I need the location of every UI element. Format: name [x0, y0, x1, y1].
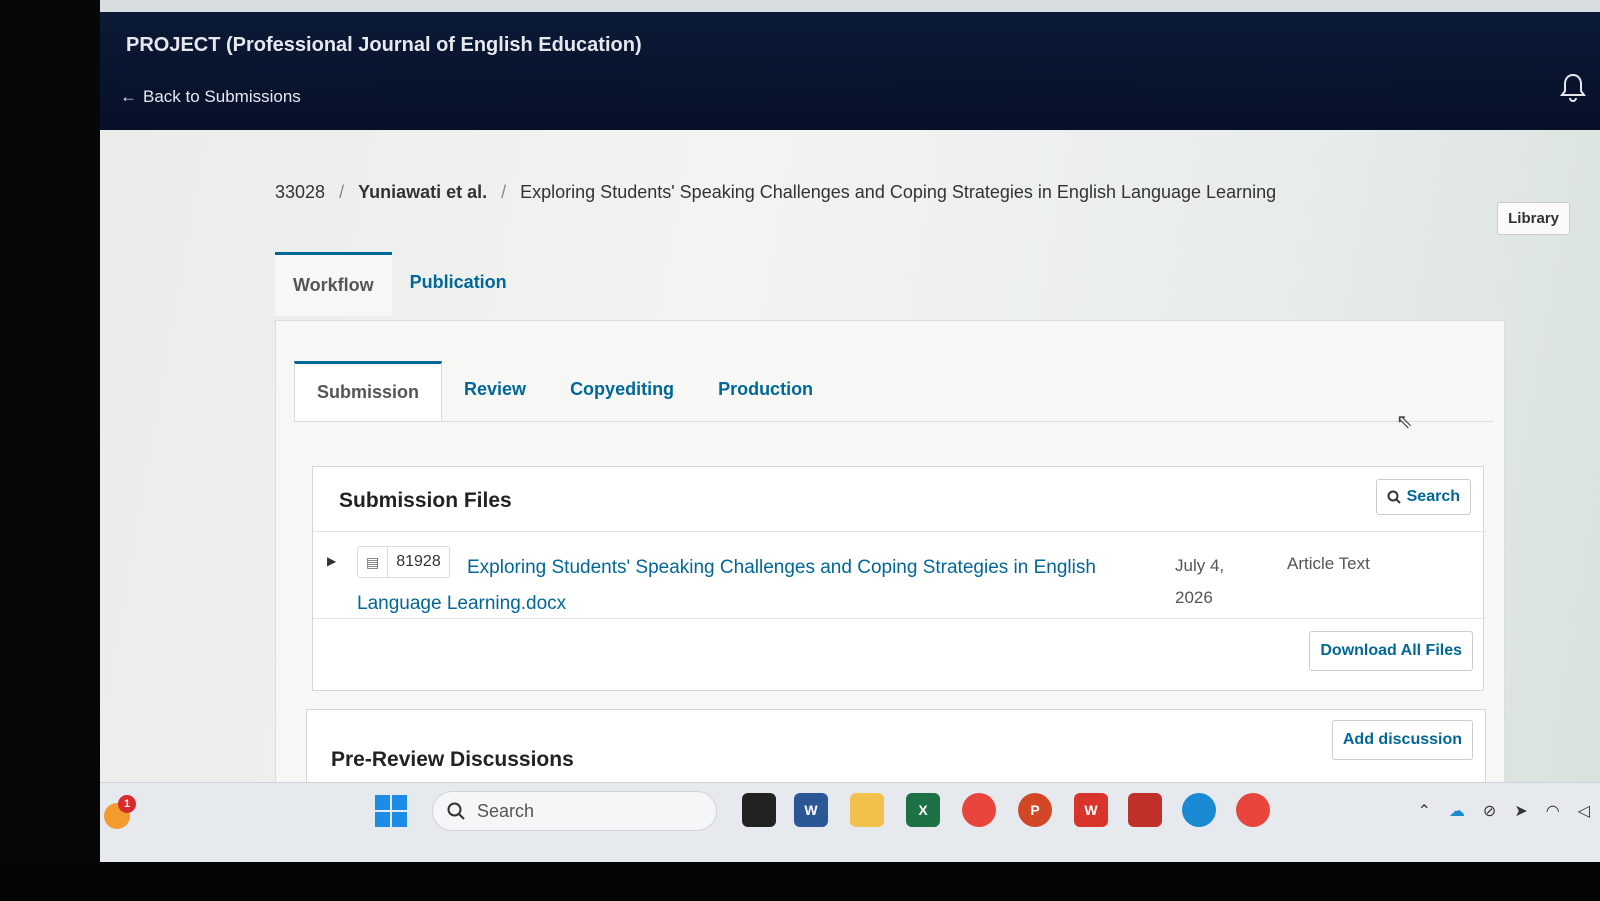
word-icon[interactable]: W	[794, 793, 828, 827]
screen-bezel-bottom	[0, 862, 1600, 901]
library-button[interactable]: Library	[1497, 202, 1570, 235]
windows-logo-tile	[375, 812, 390, 827]
start-button[interactable]	[375, 795, 407, 827]
notification-badge: 1	[118, 795, 136, 813]
task-view-icon[interactable]	[742, 793, 776, 827]
expand-row-icon[interactable]: ▶	[327, 554, 336, 568]
tab-submission[interactable]: Submission	[294, 361, 443, 421]
taskbar-search-label: Search	[477, 800, 535, 821]
edge-icon[interactable]	[1182, 793, 1216, 827]
submission-files-card: Submission Files Search ▶ Exploring Stud…	[312, 466, 1484, 691]
file-name-link[interactable]: Exploring Students' Speaking Challenges …	[357, 550, 1097, 622]
file-id: 81928	[396, 553, 441, 570]
windows-logo-tile	[392, 795, 407, 810]
chrome-profile-icon[interactable]	[1236, 793, 1270, 827]
submission-files-title: Submission Files	[339, 489, 512, 512]
breadcrumb-separator: /	[501, 182, 507, 202]
screen: ⊞ ☆ ⤓ PROJECT (Professional Journal of E…	[70, 0, 1600, 862]
browser-top-strip	[100, 0, 1600, 12]
submission-author: Yuniawati et al.	[358, 182, 488, 202]
mouse-cursor-icon: ⇖	[1396, 411, 1413, 433]
submission-title: Exploring Students' Speaking Challenges …	[520, 182, 1277, 202]
windows-logo-tile	[375, 795, 390, 810]
search-icon	[447, 802, 465, 820]
file-date: July 4, 2026	[1175, 556, 1225, 607]
main-content: 33028 / Yuniawati et al. / Exploring Stu…	[100, 130, 1600, 829]
weather-widget[interactable]: 1	[100, 795, 140, 835]
cloud-icon[interactable]: ☁	[1449, 801, 1465, 821]
location-icon[interactable]: ➤	[1514, 801, 1527, 821]
chrome-icon[interactable]	[962, 793, 996, 827]
search-icon	[1387, 490, 1401, 504]
add-discussion-button[interactable]: Add discussion	[1331, 720, 1473, 760]
wifi-icon[interactable]: ◠	[1546, 801, 1560, 821]
arrow-left-icon: ←	[120, 87, 137, 106]
breadcrumb-separator: /	[339, 182, 345, 202]
powerpoint-icon[interactable]: P	[1018, 793, 1052, 827]
windows-taskbar: 1 Search W X P W ⌃ ☁ ⊘ ➤ ◠ ◁	[70, 782, 1600, 862]
file-id-badge: ▤ 81928	[357, 546, 450, 578]
document-icon: ▤	[358, 547, 389, 577]
bell-icon[interactable]	[1560, 72, 1586, 102]
excel-icon[interactable]: X	[906, 793, 940, 827]
tab-review[interactable]: Review	[442, 361, 548, 421]
volume-icon[interactable]: ◁	[1578, 801, 1590, 821]
submission-id: 33028	[275, 182, 326, 202]
files-search-button[interactable]: Search	[1375, 479, 1471, 515]
app-header: PROJECT (Professional Journal of English…	[100, 12, 1600, 130]
taskbar-search[interactable]: Search	[432, 791, 717, 831]
stage-tabs: Submission Review Copyediting Production	[294, 361, 1494, 422]
system-tray: ⌃ ☁ ⊘ ➤ ◠ ◁	[1418, 801, 1591, 821]
sync-off-icon[interactable]: ⊘	[1483, 801, 1496, 821]
download-all-files-button[interactable]: Download All Files	[1309, 631, 1473, 671]
search-button-label: Search	[1406, 488, 1460, 505]
windows-logo-tile	[392, 812, 407, 827]
journal-title[interactable]: PROJECT (Professional Journal of English…	[126, 34, 642, 57]
app-icon[interactable]	[1128, 793, 1162, 827]
back-link-label: Back to Submissions	[143, 87, 301, 106]
screen-bezel-left	[0, 0, 100, 901]
file-type: Article Text	[1287, 554, 1370, 573]
back-to-submissions-link[interactable]: ← Back to Submissions	[120, 87, 301, 107]
file-explorer-icon[interactable]	[850, 793, 884, 827]
wps-icon[interactable]: W	[1074, 793, 1108, 827]
tab-copyediting[interactable]: Copyediting	[548, 361, 696, 421]
tab-publication[interactable]: Publication	[392, 252, 525, 316]
tab-production[interactable]: Production	[696, 361, 835, 421]
discussions-title: Pre-Review Discussions	[331, 748, 574, 771]
breadcrumb: 33028 / Yuniawati et al. / Exploring Stu…	[275, 182, 1276, 203]
chevron-up-icon[interactable]: ⌃	[1418, 801, 1431, 821]
tab-workflow[interactable]: Workflow	[275, 252, 392, 316]
main-tabs: Workflow Publication	[275, 252, 525, 316]
table-row: ▶ Exploring Students' Speaking Challenge…	[313, 531, 1483, 619]
workflow-panel: Submission Review Copyediting Production…	[275, 320, 1505, 829]
